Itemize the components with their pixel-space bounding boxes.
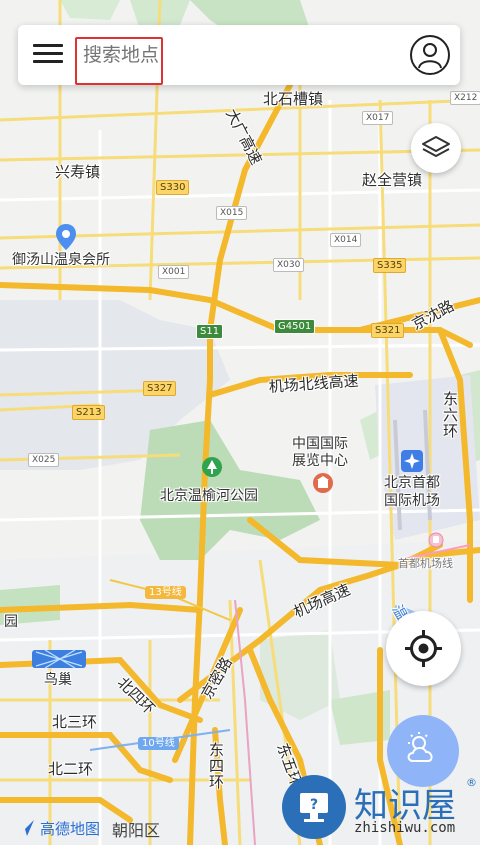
road-label-dongliuhuan: 东六环 [441,391,459,439]
site-watermark: ? 知识屋 ® zhishiwu.com [280,770,480,845]
shield-s335: S335 [373,258,407,273]
place-label-wenyuhe: 北京温榆河公园 [160,488,258,504]
shield-s213: S213 [72,405,106,420]
shield-s330: S330 [156,180,190,195]
locate-button[interactable] [386,611,461,686]
shield-s11: S11 [196,324,224,339]
exhibition-pin-icon[interactable] [312,472,334,498]
svg-text:?: ? [310,797,318,813]
shield-x017: X017 [362,111,394,125]
railway-station-icon[interactable] [428,532,444,552]
district-name: 朝阳区 [112,821,161,840]
shield-s327: S327 [143,381,177,396]
shield-s321: S321 [371,323,405,338]
search-input[interactable] [75,37,163,85]
shield-x212: X212 [450,91,480,105]
watermark-url: zhishiwu.com [354,820,456,836]
shield-x001: X001 [158,265,190,279]
place-label-airport-line: 首都机场线 [398,557,453,570]
airport-pin-icon[interactable] [401,450,423,476]
place-label-yuan: 园 [4,614,18,630]
place-label-niaochao: 鸟巢 [44,672,72,688]
hot-spring-pin-icon[interactable] [56,224,76,254]
watermark-logo-icon: ? [282,775,346,839]
brand-name: 高德地图 [40,820,101,838]
layers-icon [422,136,450,157]
place-label-xingshou: 兴寿镇 [55,163,101,181]
place-label-airport: 北京首都 国际机场 [384,475,440,509]
search-bar [18,25,460,85]
place-label-beishicao: 北石槽镇 [263,90,324,108]
road-label-beisanhuan: 北三环 [52,713,98,731]
shield-g4501: G4501 [274,319,316,334]
metro-line-13: 13号线 [145,586,186,599]
user-profile-icon[interactable] [410,35,450,75]
watermark-registered: ® [466,776,477,789]
shield-x030: X030 [273,258,305,272]
park-pin-icon[interactable] [201,456,223,482]
shield-x015: X015 [216,206,248,220]
hamburger-menu-icon[interactable] [30,39,66,71]
layers-button[interactable] [411,123,461,173]
locate-crosshair-icon [405,630,442,667]
road-label-beierhuan: 北二环 [48,760,94,778]
road-label-dongsihuan: 东四环 [207,742,225,790]
metro-line-10: 10号线 [138,737,179,750]
shield-x014: X014 [330,233,362,247]
compass-arrow-icon [18,820,34,836]
shield-x025: X025 [28,453,60,467]
place-label-expo: 中国国际 展览中心 [292,436,348,469]
